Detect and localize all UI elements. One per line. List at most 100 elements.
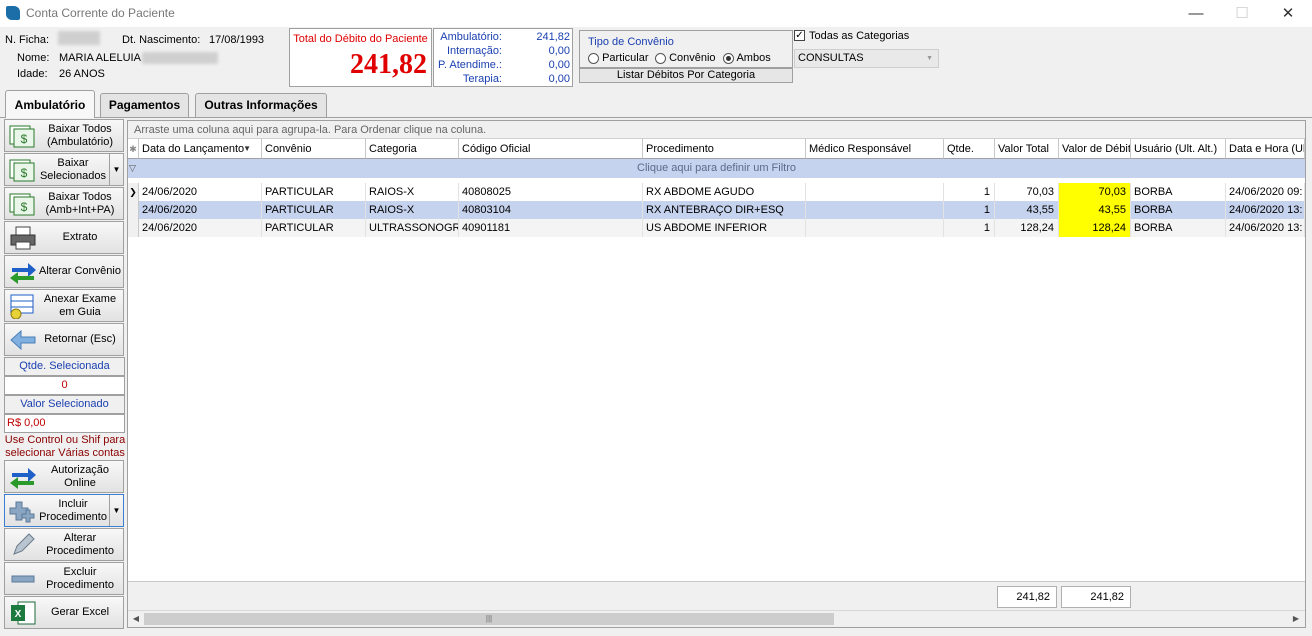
radio-label: Convênio <box>669 52 716 64</box>
radio-label: Ambos <box>736 52 771 64</box>
baixar-selecionados-button[interactable]: $ Baixar Selecionados ▼ <box>4 153 124 186</box>
breakdown-label: Internação: <box>446 45 502 57</box>
svg-text:$: $ <box>21 132 28 146</box>
minus-icon <box>11 575 35 583</box>
autorizacao-online-button[interactable]: Autorização Online <box>4 460 124 493</box>
column-header-convenio[interactable]: Convênio <box>262 139 366 159</box>
breakdown-value: 241,82 <box>536 31 570 43</box>
tab-pagamentos[interactable]: Pagamentos <box>100 93 189 117</box>
sort-desc-icon: ▼ <box>243 144 251 153</box>
header-corner-icon[interactable]: ✱ <box>128 139 139 159</box>
minimize-icon[interactable]: — <box>1173 0 1219 28</box>
qtde-selecionada-value: 0 <box>4 376 125 395</box>
categoria-combo[interactable]: CONSULTAS ▼ <box>794 49 939 68</box>
anexar-exame-button[interactable]: Anexar Exame em Guia <box>4 289 124 322</box>
group-by-hint: Arraste uma coluna aqui para agrupa-la. … <box>128 121 1305 139</box>
column-header-data-hora[interactable]: Data e Hora (Ult. Alt.) <box>1226 139 1305 159</box>
scroll-right-icon[interactable]: ▶ <box>1290 613 1302 625</box>
column-header-valor-debito[interactable]: Valor de Débito <box>1059 139 1131 159</box>
convenio-group: Tipo de Convênio Particular Convênio Amb… <box>579 30 793 68</box>
total-debit-panel: Total do Débito do Paciente 241,82 <box>289 28 432 87</box>
todas-categorias-checkbox[interactable]: ✓ <box>794 30 805 41</box>
svg-text:X: X <box>15 609 22 620</box>
cell-valor-total: 70,03 <box>995 183 1059 201</box>
tab-ambulatorio[interactable]: Ambulatório <box>5 90 95 118</box>
cell-medico <box>806 183 944 201</box>
breakdown-label: Ambulatório: <box>440 31 502 43</box>
button-label: Gerar Excel <box>50 606 110 618</box>
cell-valor-debito: 43,55 <box>1059 201 1131 219</box>
cell-qtde: 1 <box>944 183 995 201</box>
cell-valor-total: 128,24 <box>995 219 1059 237</box>
maximize-icon[interactable]: ☐ <box>1219 0 1265 28</box>
swap-arrows-icon <box>10 468 36 489</box>
alterar-procedimento-button[interactable]: Alterar Procedimento <box>4 528 124 561</box>
row-pointer-icon: ❯ <box>128 183 139 201</box>
column-header-categoria[interactable]: Categoria <box>366 139 459 159</box>
table-row[interactable]: ❯ 24/06/2020 PARTICULAR RAIOS-X 40808025… <box>128 183 1305 201</box>
valor-selecionado-value: R$ 0,00 <box>4 414 125 433</box>
cell-data: 24/06/2020 <box>139 219 262 237</box>
nome-value: MARIA ALELUIA <box>59 52 141 64</box>
listar-debitos-button[interactable]: Listar Débitos Por Categoria <box>579 68 793 83</box>
alterar-convenio-button[interactable]: Alterar Convênio <box>4 255 124 288</box>
tab-outras-informacoes[interactable]: Outras Informações <box>195 93 327 117</box>
dropdown-arrow-icon[interactable]: ▼ <box>109 154 123 185</box>
row-indicator <box>128 201 139 219</box>
breakdown-value: 0,00 <box>548 73 570 85</box>
radio-circle-icon <box>655 52 666 64</box>
table-row[interactable]: 24/06/2020 PARTICULAR RAIOS-X 40803104 R… <box>128 201 1305 219</box>
radio-ambos[interactable]: Ambos <box>723 52 771 64</box>
column-header-procedimento[interactable]: Procedimento <box>643 139 806 159</box>
filter-row[interactable]: ▽ Clique aqui para definir um Filtro <box>128 159 1305 178</box>
dropdown-arrow-icon[interactable]: ▼ <box>109 495 123 526</box>
filter-icon: ▽ <box>129 163 136 173</box>
button-label: Incluir Procedimento <box>39 497 107 523</box>
scrollbar-thumb[interactable]: ||| <box>144 613 834 625</box>
nome-redacted <box>142 52 218 64</box>
column-header-usuario[interactable]: Usuário (Ult. Alt.) <box>1131 139 1226 159</box>
window-title: Conta Corrente do Paciente <box>26 6 175 20</box>
button-label: Baixar Todos (Amb+Int+PA) <box>45 190 115 216</box>
pencil-icon <box>13 533 35 555</box>
scroll-left-icon[interactable]: ◀ <box>130 613 142 625</box>
radio-particular[interactable]: Particular <box>588 52 649 64</box>
column-header-label: Data do Lançamento <box>142 143 245 155</box>
table-row[interactable]: 24/06/2020 PARTICULAR ULTRASSONOGRA 4090… <box>128 219 1305 237</box>
convenio-legend: Tipo de Convênio <box>588 36 674 48</box>
cell-procedimento: US ABDOME INFERIOR <box>643 219 806 237</box>
grid-footer: 241,82 241,82 <box>128 581 1305 610</box>
printer-icon <box>10 226 36 250</box>
debits-grid[interactable]: Arraste uma coluna aqui para agrupa-la. … <box>127 120 1306 628</box>
cell-medico <box>806 201 944 219</box>
column-header-data[interactable]: Data do Lançamento ▼ <box>139 139 262 159</box>
excluir-procedimento-button[interactable]: Excluir Procedimento <box>4 562 124 595</box>
debit-breakdown: Ambulatório: 241,82 Internação: 0,00 P. … <box>433 28 573 87</box>
column-header-valor-total[interactable]: Valor Total <box>995 139 1059 159</box>
close-icon[interactable]: ✕ <box>1265 0 1311 28</box>
money-icon: $ <box>9 159 35 182</box>
breakdown-value: 0,00 <box>548 45 570 57</box>
cell-data-hora: 24/06/2020 09: <box>1226 183 1305 201</box>
swap-arrows-icon <box>10 263 36 284</box>
column-header-codigo[interactable]: Código Oficial <box>459 139 643 159</box>
radio-convenio[interactable]: Convênio <box>655 52 716 64</box>
baixar-todos-amb-button[interactable]: $ Baixar Todos (Amb+Int+PA) <box>4 187 124 220</box>
button-label: Extrato <box>62 231 98 243</box>
app-icon <box>6 6 20 20</box>
footer-valor-debito: 241,82 <box>1061 586 1131 608</box>
svg-text:$: $ <box>21 200 28 214</box>
gerar-excel-button[interactable]: X Gerar Excel <box>4 596 124 629</box>
column-header-medico[interactable]: Médico Responsável <box>806 139 944 159</box>
horizontal-scrollbar[interactable]: ◀ ||| ▶ <box>128 610 1305 627</box>
footer-valor-total: 241,82 <box>997 586 1057 608</box>
incluir-procedimento-button[interactable]: Incluir Procedimento ▼ <box>4 494 124 527</box>
nascimento-value: 17/08/1993 <box>209 34 265 46</box>
retornar-button[interactable]: Retornar (Esc) <box>4 323 124 356</box>
column-header-qtde[interactable]: Qtde. <box>944 139 995 159</box>
button-label: Excluir Procedimento <box>46 565 114 591</box>
extrato-button[interactable]: Extrato <box>4 221 124 254</box>
nome-label: Nome: <box>17 52 50 64</box>
todas-categorias-label: Todas as Categorias <box>809 30 910 42</box>
baixar-todos-ambulatorio-button[interactable]: $ Baixar Todos (Ambulatório) <box>4 119 124 152</box>
